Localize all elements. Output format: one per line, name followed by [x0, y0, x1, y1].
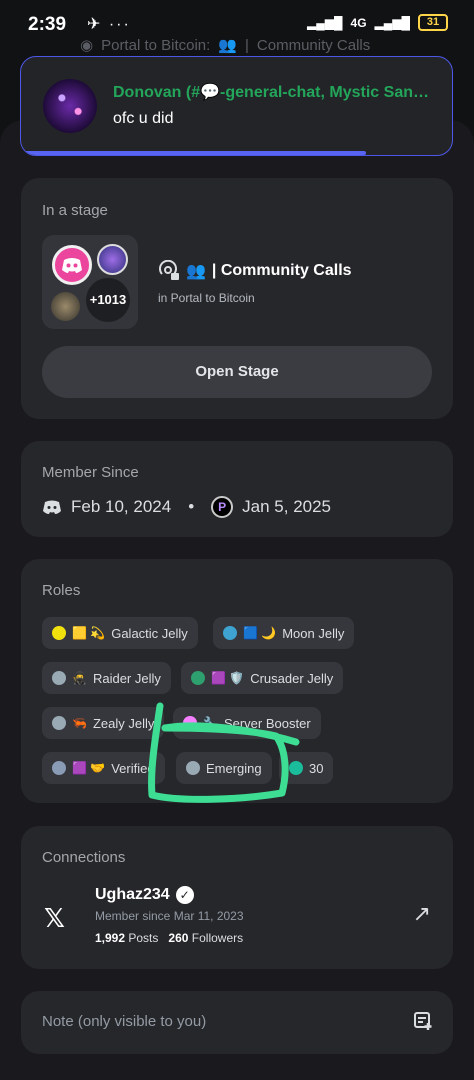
connection-username-row: Ughaz234 ✓ [95, 886, 194, 904]
background-channel-name: Community Calls [256, 36, 371, 54]
connection-username: Ughaz234 [95, 886, 170, 903]
separator-dot: • [188, 497, 195, 516]
followers-label: Followers [191, 931, 244, 945]
role-color-dot [191, 671, 205, 685]
role-label: Zealy Jelly [92, 715, 155, 731]
stage-icon [159, 260, 179, 280]
role-label: Galactic Jelly [111, 625, 188, 641]
external-link-icon[interactable]: ↗ [413, 901, 431, 927]
role-chip[interactable]: 🟨 💫 Galactic Jelly [42, 617, 198, 649]
role-emoji: 🟪 🛡️ [211, 671, 245, 685]
roles-card: Roles 🟨 💫 Galactic Jelly 🟦 🌙 Moon Jelly … [21, 559, 453, 803]
role-label: Server Booster [223, 715, 311, 731]
role-color-dot [183, 716, 197, 730]
role-chip[interactable]: 🟦 🌙 Moon Jelly [213, 617, 355, 649]
speaker-avatar [51, 292, 80, 321]
member-since-row: Feb 10, 2024 • P Jan 5, 2025 [42, 496, 331, 518]
role-emoji: 🟪 🤝 [72, 761, 106, 775]
note-card[interactable]: Note (only visible to you) [21, 991, 453, 1054]
background-server-name: Portal to Bitcoin: [101, 36, 211, 54]
role-color-dot [186, 761, 200, 775]
roles-title: Roles [42, 582, 81, 599]
stage-card: In a stage +1013 👥 | Community Calls in … [21, 178, 453, 419]
role-chip[interactable]: 🦐 Zealy Jelly [42, 707, 165, 739]
stage-avatar-grid: +1013 [42, 235, 138, 329]
author-avatar [43, 79, 97, 133]
role-label: Verified [111, 760, 155, 776]
role-color-dot [52, 716, 66, 730]
background-channel-emoji: 👥 [218, 37, 237, 54]
member-since-title: Member Since [42, 464, 139, 481]
notification-icons: ✈ ··· [87, 16, 131, 33]
role-color-dot [52, 671, 66, 685]
battery-icon: 31 [418, 14, 448, 31]
role-label: 30 [309, 760, 324, 776]
notification-message: ofc u did [113, 110, 174, 127]
member-since-card: Member Since Feb 10, 2024 • P Jan 5, 202… [21, 441, 453, 537]
connections-card: Connections 𝕏 Ughaz234 ✓ Member since Ma… [21, 826, 453, 969]
role-emoji: 🦐 [72, 716, 87, 730]
role-label: Crusader Jelly [250, 670, 334, 686]
role-label: Moon Jelly [282, 625, 345, 641]
stage-icon: ◉ [80, 37, 94, 54]
role-color-dot [52, 761, 66, 775]
server-icon: P [211, 496, 234, 518]
posts-count: 1,992 [95, 931, 126, 945]
speaker-avatar [97, 244, 128, 275]
role-chip[interactable]: 🟪 🤝 Verified [42, 752, 165, 784]
discord-logo-icon [62, 258, 82, 273]
role-chip[interactable]: 🟪 🛡️ Crusader Jelly [181, 662, 344, 694]
stage-server-line: in Portal to Bitcoin [158, 291, 255, 305]
stage-channel-name: | Community Calls [211, 262, 352, 279]
discord-avatar [52, 245, 92, 285]
stage-section-title: In a stage [42, 202, 108, 219]
network-label: 4G [350, 15, 367, 30]
signal-icon-2: ▂▄▆█ [374, 15, 410, 30]
posts-label: Posts [128, 931, 159, 945]
server-join-date: Jan 5, 2025 [242, 497, 332, 516]
role-color-dot [289, 761, 303, 775]
stage-channel-emoji: 👥 [186, 263, 206, 280]
x-logo-icon: 𝕏 [44, 903, 65, 933]
connection-stats: 1,992 Posts 260 Followers [95, 931, 243, 945]
role-chip[interactable]: Emerging [176, 752, 272, 784]
open-stage-button[interactable]: Open Stage [42, 346, 432, 398]
connection-since: Member since Mar 11, 2023 [95, 909, 244, 923]
role-chip[interactable]: 🥷 Raider Jelly [42, 662, 171, 694]
message-notification[interactable]: Donovan (#💬-general-chat, Mystic Sanctum… [20, 56, 453, 156]
connections-title: Connections [42, 849, 126, 866]
verified-icon: ✓ [175, 886, 194, 904]
followers-count: 260 [168, 931, 189, 945]
role-color-dot [223, 626, 237, 640]
note-placeholder: Note (only visible to you) [42, 1013, 207, 1030]
status-right: ▂▄▆█ 4G ▂▄▆█ 31 [307, 14, 448, 31]
role-emoji: 🟨 💫 [72, 626, 106, 640]
role-label: Emerging [206, 760, 262, 776]
notification-progress [21, 151, 366, 155]
more-speakers-count: +1013 [86, 278, 130, 322]
signal-icon: ▂▄▆█ [307, 15, 343, 30]
add-note-icon[interactable] [413, 1011, 433, 1031]
background-channel-header: ◉ Portal to Bitcoin: 👥 | Community Calls [80, 36, 371, 55]
discord-join-date: Feb 10, 2024 [71, 497, 172, 516]
stage-channel-title[interactable]: 👥 | Community Calls [158, 260, 352, 282]
role-emoji: 🔧 [203, 716, 218, 730]
status-time: 2:39 [28, 14, 67, 35]
role-chip[interactable]: 30 [279, 752, 334, 784]
discord-logo-icon [43, 500, 61, 514]
role-chip[interactable]: 🔧 Server Booster [173, 707, 321, 739]
role-emoji: 🥷 [72, 671, 87, 685]
notification-author: Donovan (#💬-general-chat, Mystic Sanctum… [113, 84, 431, 101]
role-label: Raider Jelly [92, 670, 161, 686]
role-emoji: 🟦 🌙 [243, 626, 277, 640]
role-color-dot [52, 626, 66, 640]
